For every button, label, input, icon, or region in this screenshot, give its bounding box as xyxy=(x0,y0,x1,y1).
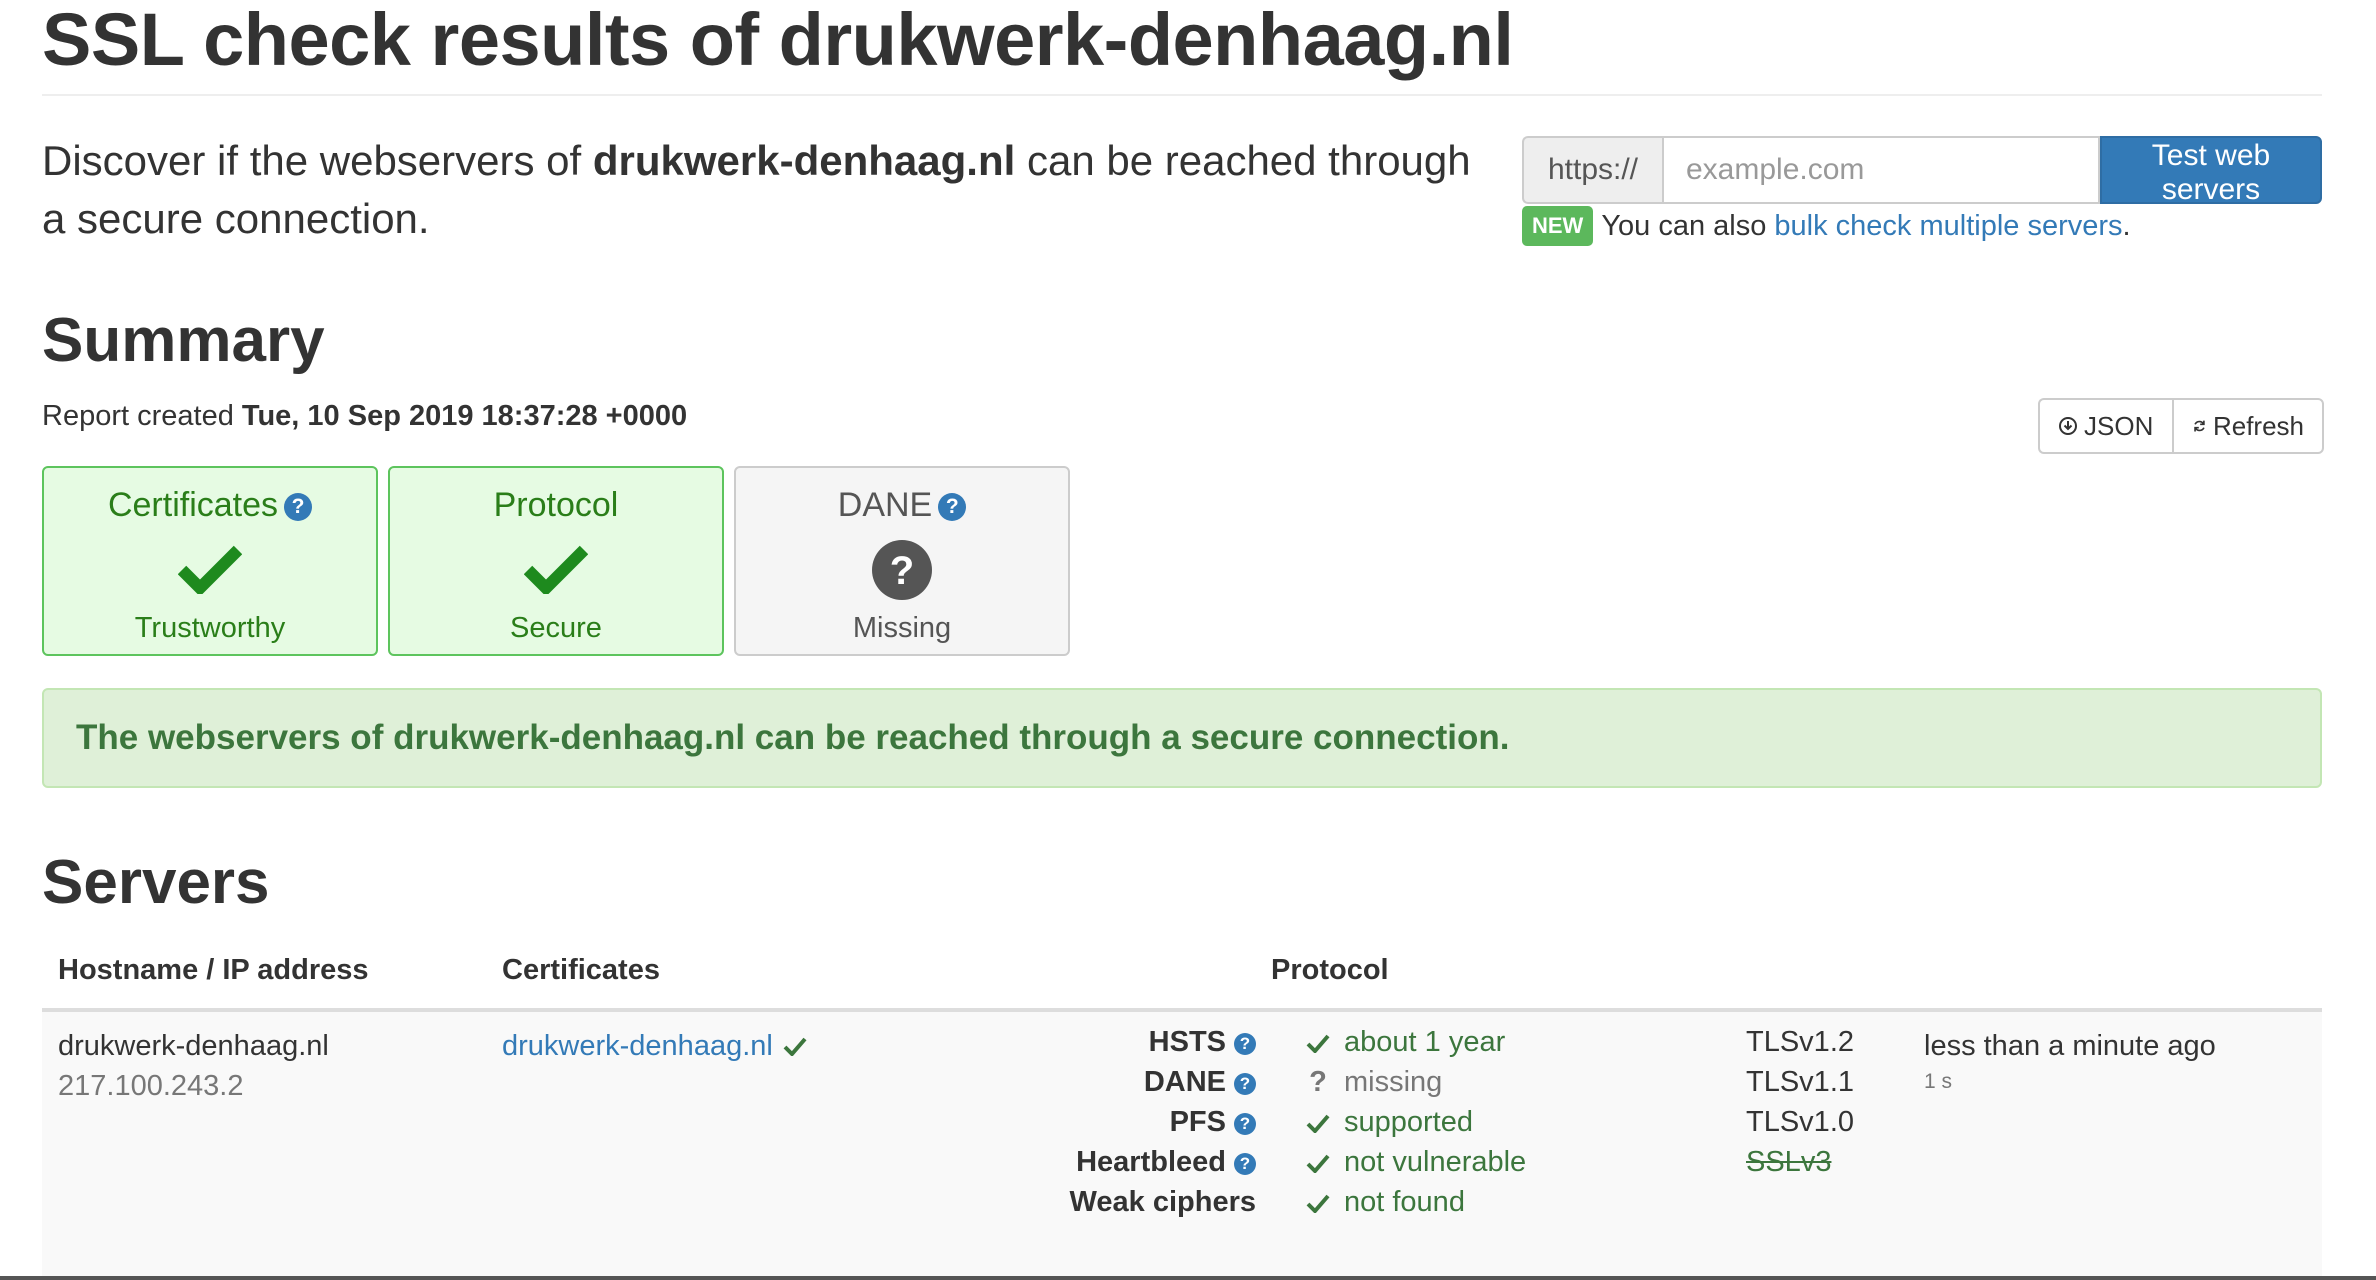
pfs-label: PFS? xyxy=(1170,1106,1256,1139)
heartbleed-value-text: not vulnerable xyxy=(1344,1146,1527,1178)
check-duration: 1 s xyxy=(1924,1070,1953,1093)
refresh-label: Refresh xyxy=(2212,410,2304,441)
servers-table-header: Hostname / IP address Certificates Proto… xyxy=(42,948,2322,1012)
search-form: https:// Test web servers xyxy=(1522,136,2322,206)
intro-domain: drukwerk-denhaag.nl xyxy=(592,137,1016,184)
heartbleed-label-text: Heartbleed xyxy=(1076,1146,1226,1178)
summary-cards: Certificates? Trustworthy Protocol Secur… xyxy=(42,466,1070,656)
report-prefix: Report created xyxy=(42,400,242,432)
test-web-servers-button[interactable]: Test web servers xyxy=(2100,136,2322,206)
ip-address: 217.100.243.2 xyxy=(58,1070,244,1102)
pfs-value-text: supported xyxy=(1344,1106,1473,1138)
card-title-text: DANE xyxy=(837,486,933,524)
table-row: drukwerk-denhaag.nl 217.100.243.2 drukwe… xyxy=(42,1012,2322,1280)
check-icon xyxy=(44,542,376,594)
help-icon[interactable]: ? xyxy=(1234,1153,1256,1175)
refresh-icon xyxy=(2194,420,2205,432)
hsts-label-text: HSTS xyxy=(1148,1026,1226,1058)
card-status: Missing xyxy=(852,612,952,644)
intro-prefix: Discover if the webservers of xyxy=(42,137,593,184)
checked-time: less than a minute ago xyxy=(1924,1030,2216,1062)
dane-value-text: missing xyxy=(1344,1066,1443,1098)
card-title: Certificates? xyxy=(44,486,376,525)
report-date: Tue, 10 Sep 2019 18:37:28 +0000 xyxy=(241,400,688,432)
help-icon[interactable]: ? xyxy=(1234,1113,1256,1135)
download-icon xyxy=(2059,417,2077,435)
card-status: Trustworthy xyxy=(134,612,286,644)
weak-ciphers-label-text: Weak ciphers xyxy=(1069,1186,1256,1218)
report-created: Report created Tue, 10 Sep 2019 18:37:28… xyxy=(42,400,687,433)
help-icon[interactable]: ? xyxy=(1234,1033,1256,1055)
card-title-text: Certificates xyxy=(107,486,279,524)
bulk-check-link[interactable]: bulk check multiple servers xyxy=(1774,210,2122,242)
bottom-border xyxy=(0,1276,2376,1280)
check-icon xyxy=(1306,1034,1330,1053)
certificates-card: Certificates? Trustworthy xyxy=(42,466,378,656)
servers-heading: Servers xyxy=(42,848,270,917)
check-icon xyxy=(1306,1154,1330,1173)
hsts-value: about 1 year xyxy=(1306,1026,1505,1059)
intro-text: Discover if the webservers of drukwerk-d… xyxy=(42,132,1502,248)
pfs-value: supported xyxy=(1306,1106,1473,1139)
url-prefix: https:// xyxy=(1522,136,1662,204)
weak-ciphers-label: Weak ciphers xyxy=(1070,1186,1256,1219)
certificate-link[interactable]: drukwerk-denhaag.nl xyxy=(502,1026,773,1066)
check-icon xyxy=(1306,1114,1330,1133)
bulk-check-line: NEW You can also bulk check multiple serv… xyxy=(1522,206,2131,246)
json-button[interactable]: JSON xyxy=(2038,398,2172,454)
column-hostname: Hostname / IP address xyxy=(58,954,369,986)
dane-card: DANE? ? Missing xyxy=(734,466,1070,656)
new-badge: NEW xyxy=(1522,206,1594,246)
tls-version: TLSv1.1 xyxy=(1746,1066,1854,1098)
heartbleed-label: Heartbleed? xyxy=(1076,1146,1256,1179)
certificate-cell: drukwerk-denhaag.nl xyxy=(502,1026,807,1066)
dane-label: DANE? xyxy=(1144,1066,1256,1099)
column-protocol: Protocol xyxy=(1271,954,1389,986)
hsts-label: HSTS? xyxy=(1149,1026,1256,1059)
svg-text:?: ? xyxy=(890,549,914,593)
tls-version: TLSv1.0 xyxy=(1746,1106,1854,1138)
dane-label-text: DANE xyxy=(1143,1066,1226,1098)
domain-input[interactable] xyxy=(1662,136,2100,204)
question-icon: ? xyxy=(736,540,1068,602)
protocol-card: Protocol Secure xyxy=(388,466,724,656)
card-title: Protocol xyxy=(493,486,619,524)
page-title: SSL check results of drukwerk-denhaag.nl xyxy=(42,0,1514,81)
refresh-button[interactable]: Refresh xyxy=(2172,398,2324,454)
json-label: JSON xyxy=(2084,410,2154,441)
heartbleed-value: not vulnerable xyxy=(1306,1146,1526,1179)
summary-heading: Summary xyxy=(42,306,325,375)
question-icon: ? xyxy=(1309,1066,1327,1098)
pfs-label-text: PFS xyxy=(1169,1106,1226,1138)
check-icon xyxy=(783,1037,807,1056)
help-icon[interactable]: ? xyxy=(284,493,313,521)
bulk-end: . xyxy=(2122,210,2131,242)
tls-version: TLSv1.2 xyxy=(1746,1026,1854,1058)
hsts-value-text: about 1 year xyxy=(1344,1026,1506,1058)
report-actions: JSON Refresh xyxy=(2038,398,2324,454)
bulk-text: You can also xyxy=(1601,210,1775,242)
result-alert: The webservers of drukwerk-denhaag.nl ca… xyxy=(42,688,2322,788)
dane-value: ? missing xyxy=(1306,1066,1442,1099)
column-certificates: Certificates xyxy=(502,954,660,986)
help-icon[interactable]: ? xyxy=(1234,1073,1256,1095)
title-divider xyxy=(42,94,2322,96)
card-status: Secure xyxy=(510,612,602,644)
help-icon[interactable]: ? xyxy=(938,493,967,521)
check-icon xyxy=(1306,1194,1330,1213)
check-icon xyxy=(390,542,722,594)
tls-version-disabled: SSLv3 xyxy=(1746,1146,1832,1178)
weak-ciphers-value: not found xyxy=(1306,1186,1465,1219)
card-title: DANE? xyxy=(736,486,1068,525)
weak-ciphers-value-text: not found xyxy=(1344,1186,1465,1218)
hostname: drukwerk-denhaag.nl xyxy=(58,1030,329,1062)
